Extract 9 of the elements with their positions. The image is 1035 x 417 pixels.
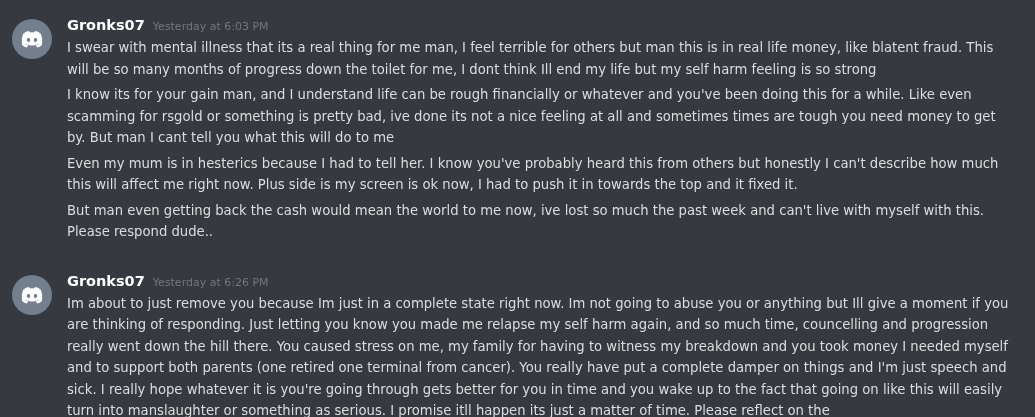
message-text: But man even getting back the cash would mean the world to me now, ive lost so much the past week and can't live with myself with this. Please respond dude.. — [67, 201, 985, 241]
avatar-icon[interactable] — [12, 274, 52, 315]
message-text: I swear with mental illness that its a real thing for me man, I feel terrible for others but man this is in real life money, like blatent fraud. This will be so many months of progress down the toilet for me, I dont think Ill end my life but my self harm feeling is so strong — [67, 39, 995, 79]
message-text: Im about to just remove you because Im just in a complete state right now. Im not going to abuse you or anything but Ill give a moment if you are thinking of responding. Just letting you know you made me relapse my self harm again, and so much time, councelling and progression really went down the hill there. You caused stress on me, my family for having to witness my breakdown and you took money I needed myself and to support both parents (one retired one terminal from cancer). You really have put a complete damper on things and I'm just speech and sick. I really hope whatever it is you're going through gets better for you in time and you wake up to the fact that going on like this will easily turn into manslaughter or something as serious. I promise itll happen its just a matter of time. Please reflect on the — [67, 294, 1010, 417]
username[interactable]: Gronks07 — [67, 17, 145, 33]
message-text: I know its for your gain man, and I understand life can be rough financially or whatever and you've been doing this for a while. Like even scamming for rsgold or something is pretty bad, ive done its not a nice feeling at all and sometimes times are tough you need money to get by. But man I cant tell you what this will do to me — [67, 86, 997, 147]
username[interactable]: Gronks07 — [67, 272, 145, 289]
message-text: Even my mum is in hesterics because I had to tell her. I know you've probably heard this from others but honestly I can't describe how much this will affect me right now. Plus side is my screen is ok now, I had to push it in towards the top and it fixed it. — [67, 154, 1000, 194]
avatar-icon[interactable] — [12, 19, 52, 59]
